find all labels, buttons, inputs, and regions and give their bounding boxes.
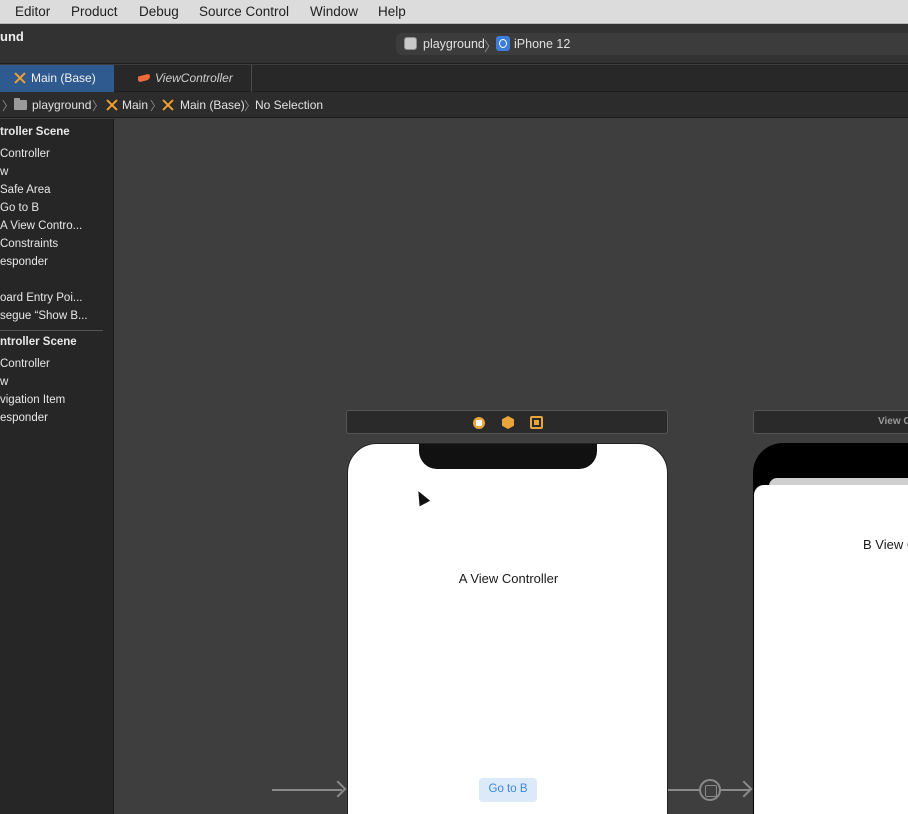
- tab-label: Main (Base): [31, 71, 96, 85]
- interface-builder-icon: [14, 72, 26, 84]
- scene-b-dock-title: View C: [878, 416, 908, 427]
- interface-builder-icon: [162, 99, 174, 111]
- entry-point-arrow[interactable]: [272, 789, 342, 791]
- tab-main-base[interactable]: Main (Base): [0, 65, 114, 92]
- breadcrumb-no-selection[interactable]: No Selection: [255, 98, 323, 112]
- window-toolbar: und playground 〉 iPhone 12: [0, 24, 908, 64]
- chevron-right-icon: 〉: [92, 99, 105, 113]
- breadcrumb-main-base[interactable]: Main (Base): [180, 98, 245, 112]
- outline-item[interactable]: Controller: [0, 148, 50, 160]
- scene-dock-a[interactable]: [346, 410, 668, 434]
- go-to-b-button[interactable]: Go to B: [479, 778, 537, 802]
- exit-icon[interactable]: [530, 416, 543, 429]
- outline-item[interactable]: Safe Area: [0, 184, 51, 196]
- tab-label: ViewController: [155, 71, 233, 85]
- scene-a-device[interactable]: A View Controller Go to B: [347, 443, 668, 814]
- segue-icon[interactable]: [699, 779, 721, 801]
- app-icon: [404, 37, 417, 50]
- simulator-icon: [496, 36, 510, 51]
- breadcrumb-main[interactable]: Main: [122, 98, 148, 112]
- first-responder-icon[interactable]: [502, 416, 514, 429]
- device-notch: [419, 444, 597, 469]
- outline-item[interactable]: Controller: [0, 358, 50, 370]
- outline-item[interactable]: esponder: [0, 412, 48, 424]
- menu-help[interactable]: Help: [378, 4, 406, 19]
- scene-b-device[interactable]: B View C: [753, 443, 908, 814]
- project-title: und: [0, 29, 24, 44]
- jump-bar: 〉 playground 〉 Main 〉 Main (Base) 〉 No S…: [0, 92, 908, 118]
- chevron-right-icon: 〉: [2, 99, 15, 113]
- folder-icon: [14, 98, 27, 110]
- menu-bar: Editor Product Debug Source Control Wind…: [0, 0, 908, 24]
- outline-item[interactable]: oard Entry Poi...: [0, 292, 82, 304]
- outline-item[interactable]: Go to B: [0, 202, 39, 214]
- scene-b-label[interactable]: B View C: [863, 537, 908, 552]
- menu-debug[interactable]: Debug: [139, 4, 179, 19]
- outline-item[interactable]: w: [0, 166, 8, 178]
- modal-sheet: [754, 485, 908, 814]
- scheme-selector[interactable]: playground 〉 iPhone 12: [396, 33, 908, 55]
- breadcrumb-playground[interactable]: playground: [32, 98, 91, 112]
- outline-item[interactable]: A View Contro...: [0, 220, 82, 232]
- chevron-right-icon: 〉: [150, 99, 163, 113]
- destination-device[interactable]: iPhone 12: [514, 37, 570, 51]
- outline-item[interactable]: vigation Item: [0, 394, 65, 406]
- scene-a-label[interactable]: A View Controller: [348, 571, 667, 586]
- menu-editor[interactable]: Editor: [15, 4, 50, 19]
- scene-dock-b[interactable]: View C: [753, 410, 908, 434]
- document-outline: troller Scene Controller w Safe Area Go …: [0, 119, 114, 814]
- menu-source-control[interactable]: Source Control: [199, 4, 289, 19]
- swift-file-icon: [138, 73, 150, 83]
- outline-divider: [0, 330, 103, 331]
- tab-viewcontroller[interactable]: ViewController: [126, 65, 252, 92]
- editor-tab-bar: Main (Base) ViewController: [0, 65, 908, 92]
- interface-builder-icon: [106, 99, 118, 111]
- outline-scene-a[interactable]: troller Scene: [0, 126, 70, 138]
- outline-item[interactable]: w: [0, 376, 8, 388]
- outline-item[interactable]: Constraints: [0, 238, 58, 250]
- scheme-name[interactable]: playground: [423, 37, 485, 51]
- menu-product[interactable]: Product: [71, 4, 118, 19]
- menu-window[interactable]: Window: [310, 4, 358, 19]
- outline-item[interactable]: esponder: [0, 256, 48, 268]
- outline-scene-b[interactable]: ntroller Scene: [0, 336, 77, 348]
- view-controller-icon[interactable]: [473, 417, 485, 429]
- outline-item[interactable]: segue “Show B...: [0, 310, 88, 322]
